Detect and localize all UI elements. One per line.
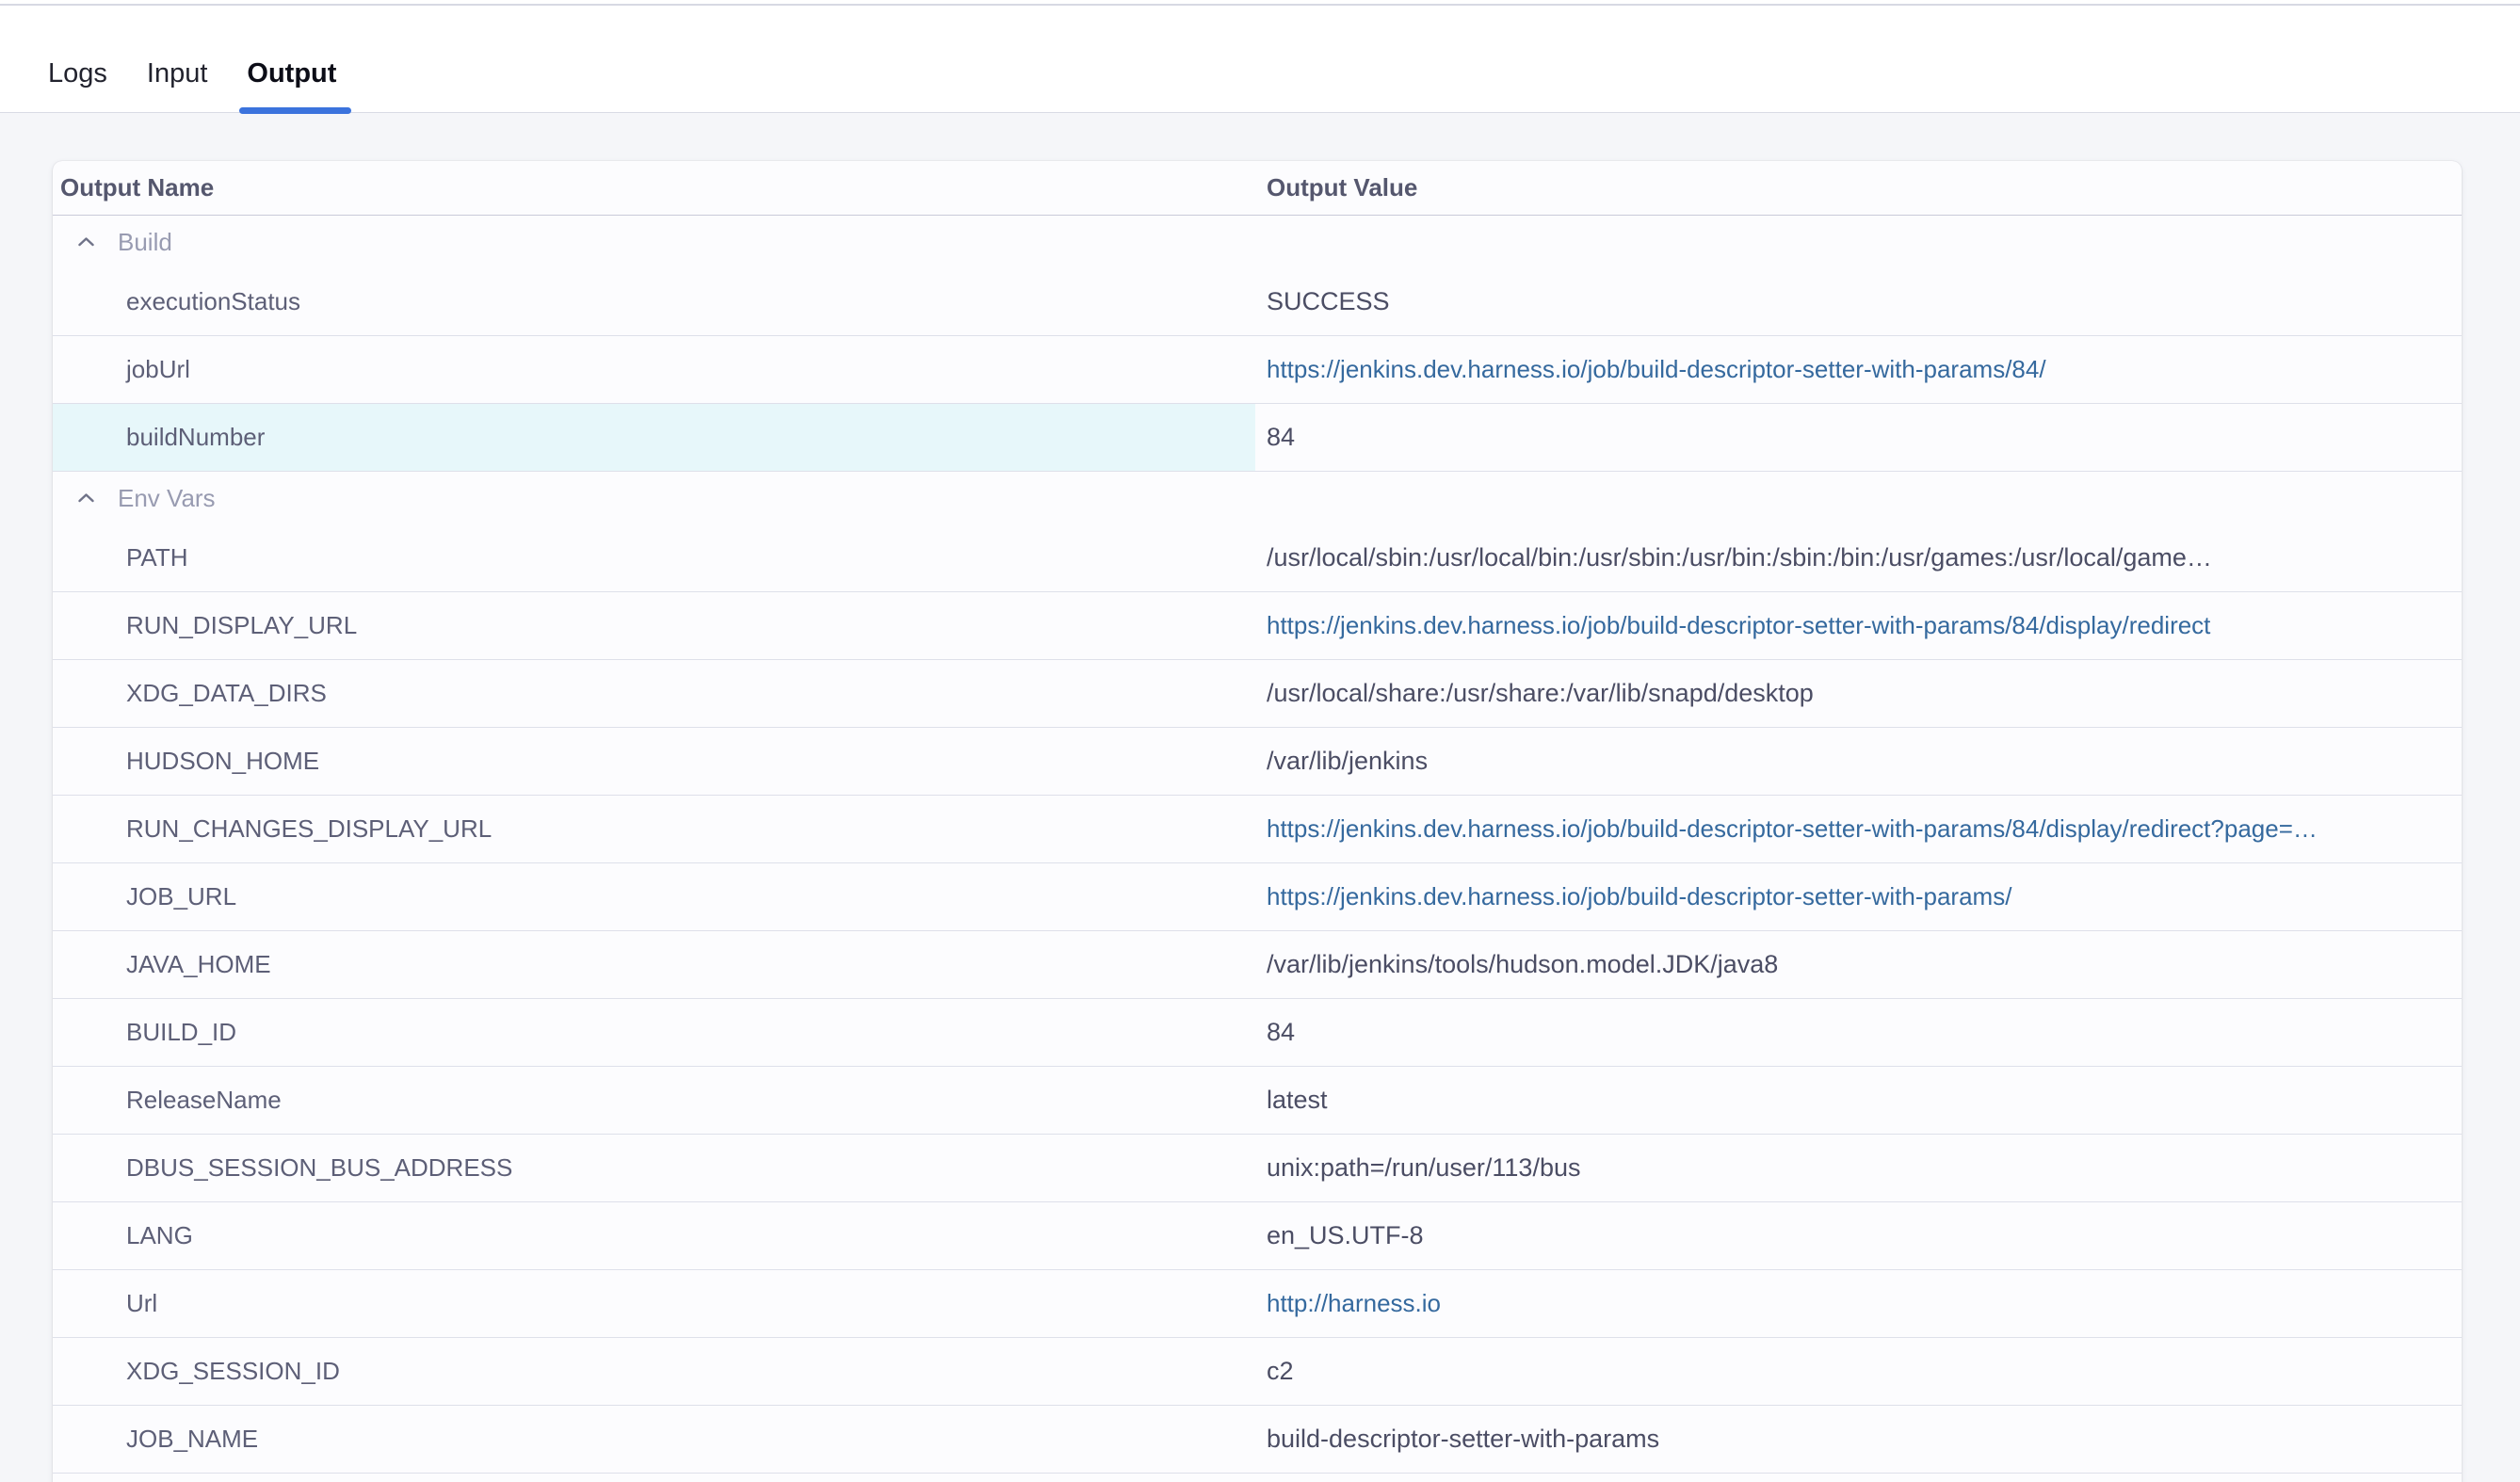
value-link[interactable]: http://harness.io (1267, 1289, 1441, 1318)
column-header-output-value: Output Value (1255, 173, 2462, 202)
output-name-cell: JOB_URL (53, 863, 1255, 930)
output-value-cell: https://jenkins.dev.harness.io/job/build… (1255, 796, 2462, 862)
output-name-cell: LANG (53, 1202, 1255, 1269)
table-row: XDG_SESSION_ID c2 (53, 1338, 2462, 1406)
tab-bar: Logs Input Output (0, 0, 2520, 113)
table-row: ReleaseName latest (53, 1067, 2462, 1135)
value-text: /var/lib/jenkins (1267, 747, 1428, 776)
table-row: JOB_URL https://jenkins.dev.harness.io/jo… (53, 863, 2462, 931)
table-row: JAVA_HOME/var/lib/jenkins/tools/hudson.m… (53, 931, 2462, 999)
table-row: RUN_CHANGES_DISPLAY_URL https://jenkins.d… (53, 796, 2462, 863)
output-value-cell: /var/lib/jenkins (1255, 728, 2462, 795)
output-name-cell: RUN_DISPLAY_URL (53, 592, 1255, 659)
partial-next-row (53, 1474, 2462, 1482)
tab-input[interactable]: Input (139, 58, 216, 112)
section-label: Env Vars (118, 484, 216, 513)
table-body: Build executionStatus SUCCESS jobUrl https:/… (53, 216, 2462, 1474)
chevron-up-icon[interactable] (77, 492, 118, 504)
output-value-cell: latest (1255, 1067, 2462, 1134)
value-text: latest (1267, 1086, 1328, 1115)
table-row: DBUS_SESSION_BUS_ADDRESS unix:path=/run/u… (53, 1135, 2462, 1202)
table-header-row: Output Name Output Value (53, 161, 2462, 216)
output-name-cell: executionStatus (53, 268, 1255, 335)
table-row: PATH/usr/local/sbin:/usr/local/bin:/usr/… (53, 524, 2462, 592)
output-name-cell: ReleaseName (53, 1067, 1255, 1134)
output-value-cell: https://jenkins.dev.harness.io/job/build… (1255, 863, 2462, 930)
output-name-cell: PATH (53, 524, 1255, 591)
output-value-cell: 84 (1255, 999, 2462, 1066)
output-name-cell: XDG_SESSION_ID (53, 1338, 1255, 1405)
table-row: jobUrl https://jenkins.dev.harness.io/job… (53, 336, 2462, 404)
tab-input-label: Input (147, 58, 208, 89)
chevron-up-icon[interactable] (77, 236, 118, 248)
value-link[interactable]: https://jenkins.dev.harness.io/job/build… (1267, 355, 2046, 384)
output-value-cell: https://jenkins.dev.harness.io/job/build… (1255, 336, 2462, 403)
value-link[interactable]: https://jenkins.dev.harness.io/job/build… (1267, 611, 2210, 640)
section-row: Env Vars (53, 472, 2462, 524)
table-row: BUILD_ID 84 (53, 999, 2462, 1067)
table-row: XDG_DATA_DIRS/usr/local/share:/usr/share… (53, 660, 2462, 728)
output-name-cell: BUILD_ID (53, 999, 1255, 1066)
value-link[interactable]: https://jenkins.dev.harness.io/job/build… (1267, 814, 2318, 844)
output-value-cell: /var/lib/jenkins/tools/hudson.model.JDK/… (1255, 931, 2462, 998)
value-text: 84 (1267, 423, 1295, 452)
output-value-cell: /usr/local/share:/usr/share:/var/lib/sna… (1255, 660, 2462, 727)
output-name-cell: JOB_NAME (53, 1406, 1255, 1473)
top-divider (0, 4, 2520, 6)
table-row: Url http://harness.io (53, 1270, 2462, 1338)
value-text: unix:path=/run/user/113/bus (1267, 1153, 1580, 1183)
table-row: HUDSON_HOME/var/lib/jenkins (53, 728, 2462, 796)
tab-output[interactable]: Output (239, 58, 344, 112)
output-value-cell: https://jenkins.dev.harness.io/job/build… (1255, 592, 2462, 659)
output-name-cell: HUDSON_HOME (53, 728, 1255, 795)
table-row: executionStatus SUCCESS (53, 268, 2462, 336)
output-value-cell: SUCCESS (1255, 268, 2462, 335)
section-row: Build (53, 216, 2462, 268)
main-content: Output Name Output Value Build executionS… (0, 113, 2520, 1482)
output-value-cell: c2 (1255, 1338, 2462, 1405)
table-row: buildNumber 84 (53, 404, 2462, 472)
value-link[interactable]: https://jenkins.dev.harness.io/job/build… (1267, 882, 2011, 911)
output-name-cell: JAVA_HOME (53, 931, 1255, 998)
tab-logs[interactable]: Logs (40, 58, 115, 112)
output-value-cell: en_US.UTF-8 (1255, 1202, 2462, 1269)
value-text: c2 (1267, 1357, 1294, 1386)
value-text: /var/lib/jenkins/tools/hudson.model.JDK/… (1267, 950, 1778, 979)
section-label: Build (118, 228, 172, 257)
output-name-cell: jobUrl (53, 336, 1255, 403)
output-value-cell: http://harness.io (1255, 1270, 2462, 1337)
output-name-cell: RUN_CHANGES_DISPLAY_URL (53, 796, 1255, 862)
output-value-cell: build-descriptor-setter-with-params (1255, 1406, 2462, 1473)
output-value-cell: /usr/local/sbin:/usr/local/bin:/usr/sbin… (1255, 524, 2462, 591)
table-row: JOB_NAME build-descriptor-setter-with-par… (53, 1406, 2462, 1474)
output-value-cell: 84 (1255, 404, 2462, 471)
tab-logs-label: Logs (48, 58, 107, 89)
value-text: build-descriptor-setter-with-params (1267, 1425, 1659, 1454)
value-text: 84 (1267, 1018, 1295, 1047)
column-header-output-name: Output Name (53, 173, 1255, 202)
value-text: en_US.UTF-8 (1267, 1221, 1424, 1250)
output-name-cell: DBUS_SESSION_BUS_ADDRESS (53, 1135, 1255, 1201)
value-text: /usr/local/share:/usr/share:/var/lib/sna… (1267, 679, 1814, 708)
output-name-cell: buildNumber (53, 404, 1255, 471)
output-table-card: Output Name Output Value Build executionS… (53, 161, 2462, 1482)
output-value-cell: unix:path=/run/user/113/bus (1255, 1135, 2462, 1201)
output-name-cell: Url (53, 1270, 1255, 1337)
table-row: RUN_DISPLAY_URL https://jenkins.dev.harne… (53, 592, 2462, 660)
value-text: SUCCESS (1267, 287, 1390, 316)
active-tab-indicator (239, 107, 351, 114)
tab-output-label: Output (247, 58, 336, 89)
output-name-cell: XDG_DATA_DIRS (53, 660, 1255, 727)
value-text: /usr/local/sbin:/usr/local/bin:/usr/sbin… (1267, 543, 2212, 572)
table-row: LANG en_US.UTF-8 (53, 1202, 2462, 1270)
